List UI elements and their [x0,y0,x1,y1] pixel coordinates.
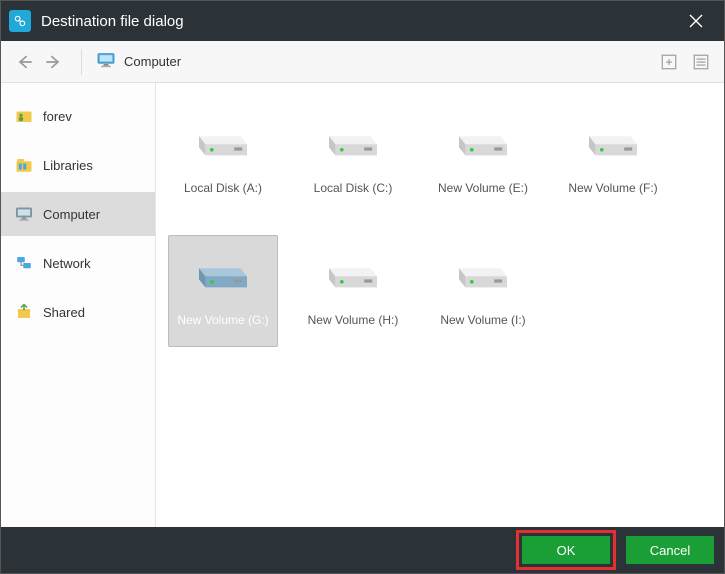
drive-item[interactable]: New Volume (E:) [428,103,538,215]
ok-highlight: OK [516,530,616,570]
app-icon [9,10,31,32]
toolbar: Computer [1,41,724,83]
titlebar: Destination file dialog [1,1,724,41]
drive-label: New Volume (I:) [440,313,525,327]
sidebar-item-computer[interactable]: Computer [1,192,155,236]
drive-label: New Volume (G:) [177,313,268,327]
cancel-button[interactable]: Cancel [626,536,714,564]
sidebar-item-shared[interactable]: Shared [1,290,155,334]
drive-grid: Local Disk (A:) Local Disk (C:) New Volu… [156,83,724,527]
dialog-window: Destination file dialog [0,0,725,574]
back-button[interactable] [11,48,39,76]
drive-icon [191,255,255,299]
network-icon [15,254,33,272]
drive-icon [321,123,385,167]
shared-icon [15,303,33,321]
footer: OK Cancel [1,527,724,573]
close-button[interactable] [676,1,716,41]
new-folder-button[interactable] [656,49,682,75]
drive-item[interactable]: New Volume (F:) [558,103,668,215]
drive-icon [191,123,255,167]
drive-item[interactable]: New Volume (I:) [428,235,538,347]
drive-item[interactable]: New Volume (H:) [298,235,408,347]
body: forev Libraries [1,83,724,527]
libraries-icon [15,156,33,174]
drive-item[interactable]: Local Disk (C:) [298,103,408,215]
sidebar-item-libraries[interactable]: Libraries [1,143,155,187]
drive-icon [581,123,645,167]
sidebar-item-label: Computer [43,207,100,222]
sidebar: forev Libraries [1,83,156,527]
drive-item[interactable]: Local Disk (A:) [168,103,278,215]
sidebar-item-label: forev [43,109,72,124]
drive-label: New Volume (H:) [308,313,399,327]
sidebar-item-network[interactable]: Network [1,241,155,285]
drive-label: Local Disk (A:) [184,181,262,195]
sidebar-item-label: Shared [43,305,85,320]
sidebar-item-forev[interactable]: forev [1,94,155,138]
drive-label: New Volume (F:) [568,181,657,195]
computer-icon [15,205,33,223]
drive-icon [451,255,515,299]
computer-icon [96,52,116,71]
sidebar-item-label: Network [43,256,91,271]
window-title: Destination file dialog [41,13,676,30]
view-list-button[interactable] [688,49,714,75]
drive-label: Local Disk (C:) [314,181,393,195]
drive-icon [321,255,385,299]
forward-button[interactable] [39,48,67,76]
user-folder-icon [15,107,33,125]
location-path[interactable]: Computer [96,52,650,71]
drive-label: New Volume (E:) [438,181,528,195]
drive-item[interactable]: New Volume (G:) [168,235,278,347]
drive-icon [451,123,515,167]
toolbar-divider [81,49,82,75]
sidebar-item-label: Libraries [43,158,93,173]
location-text: Computer [124,54,181,69]
ok-button[interactable]: OK [522,536,610,564]
